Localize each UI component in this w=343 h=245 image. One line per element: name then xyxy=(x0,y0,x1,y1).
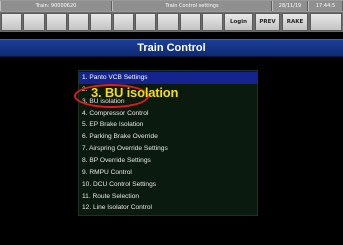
menu-item-4[interactable]: 4. Compressor Control xyxy=(79,108,257,120)
menu-item-10[interactable]: 10. DCU Control Settings xyxy=(79,179,257,191)
softkey-login[interactable]: Login xyxy=(224,13,253,31)
softkey-rake[interactable]: RAKE xyxy=(282,13,308,31)
softkey-row: Login PREV RAKE xyxy=(0,12,343,32)
page-title-band: Train Control xyxy=(0,39,343,57)
annotation-label: 3. BU isolation xyxy=(91,85,179,100)
softkey-1[interactable] xyxy=(1,13,22,31)
softkey-prev[interactable]: PREV xyxy=(255,13,280,31)
softkey-10[interactable] xyxy=(202,13,223,31)
softkey-7[interactable] xyxy=(135,13,156,31)
time-display: 17:44:5 xyxy=(308,1,343,11)
softkey-6[interactable] xyxy=(113,13,134,31)
date-display: 28/11/19 xyxy=(272,1,308,11)
softkey-5[interactable] xyxy=(90,13,112,31)
menu-item-9[interactable]: 9. RMPU Control xyxy=(79,167,257,179)
softkey-3[interactable] xyxy=(46,13,67,31)
softkey-2[interactable] xyxy=(23,13,45,31)
menu-item-5[interactable]: 5. EP Brake Isolation xyxy=(79,119,257,131)
menu-item-1[interactable]: 1. Panto VCB Settings xyxy=(79,72,257,84)
status-bar: Train: 90000620 Train Control settings 2… xyxy=(0,0,343,12)
menu-item-7[interactable]: 7. Airspring Override Settings xyxy=(79,143,257,155)
menu-item-6[interactable]: 6. Parking Brake Override xyxy=(79,131,257,143)
softkey-9[interactable] xyxy=(180,13,201,31)
menu-item-12[interactable]: 12. Line Isolator Control xyxy=(79,202,257,214)
menu-item-11[interactable]: 11. Route Selection xyxy=(79,191,257,203)
softkey-4[interactable] xyxy=(68,13,89,31)
softkey-14[interactable] xyxy=(310,13,342,31)
screen-title: Train Control settings xyxy=(112,1,272,11)
menu-item-8[interactable]: 8. BP Override Settings xyxy=(79,155,257,167)
page-title: Train Control xyxy=(137,42,206,54)
train-number: Train: 90000620 xyxy=(0,1,112,11)
softkey-8[interactable] xyxy=(157,13,179,31)
